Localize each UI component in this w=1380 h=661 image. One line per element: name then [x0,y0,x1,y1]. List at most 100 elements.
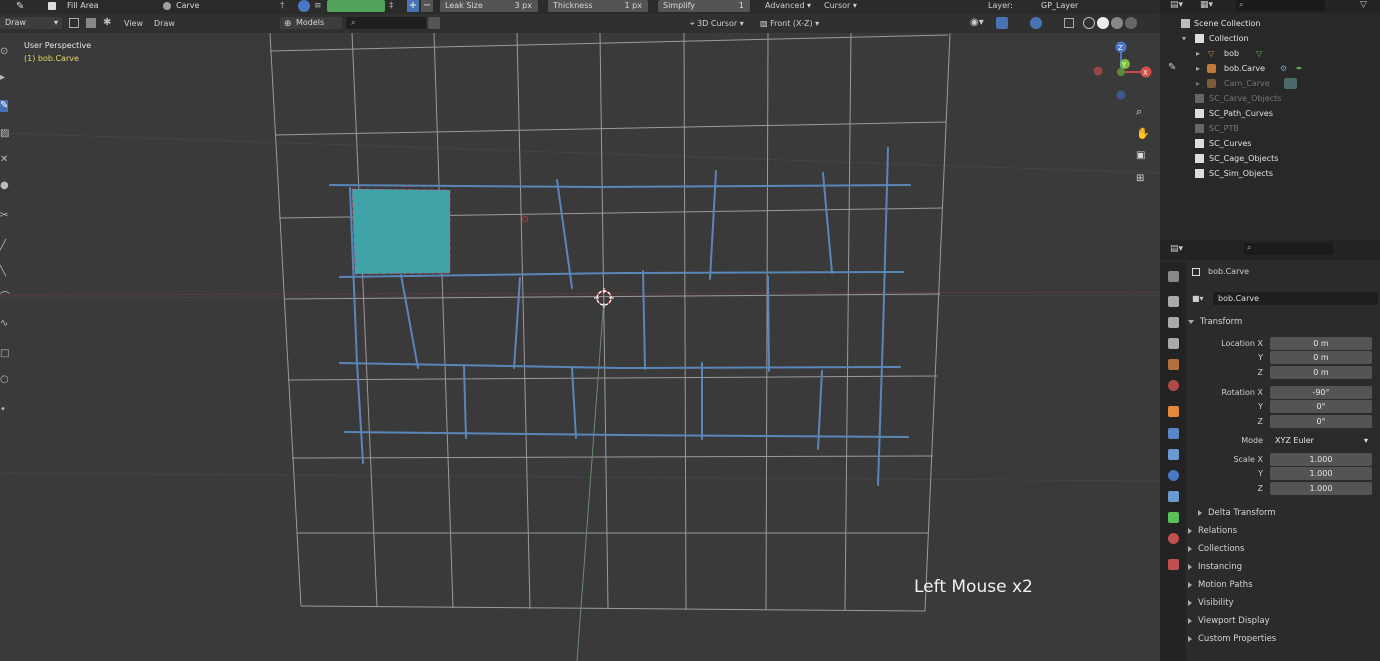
outliner-item-cam-carve[interactable]: ▸ Cam_Carve [1160,76,1380,91]
outliner-item-sc-cage-objects[interactable]: SC_Cage_Objects [1160,151,1380,166]
visibility-section[interactable]: Visibility [1188,596,1234,610]
brush-tool-icon[interactable]: ✎ [16,1,26,12]
rotation-mode-select[interactable]: XYZ Euler ▾ [1270,434,1372,447]
thickness-field[interactable]: Thickness 1 px [548,0,648,12]
render-tab-icon[interactable] [1168,296,1179,307]
editor-type-icon[interactable]: ▤▾ [1170,0,1183,10]
line-tool-icon[interactable]: ╱ [0,240,8,252]
outliner-item-sc-ptb[interactable]: SC_PTB [1160,121,1380,136]
outliner-item-sc-path-curves[interactable]: SC_Path_Curves [1160,106,1380,121]
subtract-direction-button[interactable]: − [421,0,433,12]
location-x-field[interactable]: 0 m [1270,337,1372,350]
solid-shading-icon[interactable] [1097,17,1109,29]
menu-view[interactable]: View [124,18,143,30]
delta-transform-section[interactable]: Delta Transform [1198,506,1276,520]
brush-select[interactable]: Fill Area [62,0,154,12]
cutter-tool-icon[interactable]: ✂ [0,210,8,222]
select-box-icon[interactable] [69,18,79,28]
box-tool-icon[interactable]: □ [0,348,9,360]
viewport-search-input[interactable]: ⌕ [346,17,426,29]
display-mode-icon[interactable]: ▦▾ [1200,0,1213,10]
location-y-field[interactable]: 0 m [1270,351,1372,364]
filled-area[interactable] [351,188,451,275]
tint-tool-icon[interactable]: ● [0,180,9,192]
outliner-item-sc-curves[interactable]: SC_Curves [1160,136,1380,151]
properties-editor-icon[interactable]: ▤▾ [1170,244,1183,254]
properties-search-input[interactable]: ⌕ [1244,243,1333,255]
stroke-select-icon[interactable] [86,18,96,28]
relations-section[interactable]: Relations [1188,524,1237,538]
eyedropper-icon[interactable]: ‡ [389,1,394,11]
camera-view-icon[interactable]: ▣ [1136,150,1150,164]
cursor-tool-icon[interactable]: ⊙ [0,46,8,58]
motion-paths-section[interactable]: Motion Paths [1188,578,1253,592]
outliner-item-sc-sim-objects[interactable]: SC_Sim_Objects [1160,166,1380,181]
material-tab-icon[interactable] [1168,533,1179,544]
transform-header[interactable]: Transform [1188,315,1242,329]
object-name-field[interactable]: bob.Carve [1213,292,1378,305]
material-select[interactable]: Carve [158,0,276,12]
advanced-menu[interactable]: Advanced ▾ [765,0,811,12]
cursor-menu[interactable]: Cursor ▾ [824,0,857,12]
gizmo-toggle-icon[interactable] [996,17,1008,29]
select-tool-icon[interactable]: ▸ [0,72,8,84]
grid-view-icon[interactable]: ⊞ [1136,173,1150,187]
expand-icon[interactable]: ▾ [1182,31,1186,46]
visibility-icon[interactable]: ◉▾ [970,17,984,28]
expand-icon[interactable]: ▸ [1196,76,1200,91]
front-view-select[interactable]: ▧ Front (X-Z) ▾ [760,18,819,30]
simplify-field[interactable]: Simplify 1 [658,0,750,12]
pan-hand-icon[interactable]: ✋ [1136,127,1150,141]
curve-tool-icon[interactable]: ∿ [0,318,8,330]
scale-y-field[interactable]: 1.000 [1270,467,1372,480]
erase-tool-icon[interactable]: ✕ [0,154,8,166]
wireframe-shading-icon[interactable] [1083,17,1095,29]
fill-brush-icon[interactable] [48,2,56,10]
rendered-shading-icon[interactable] [1125,17,1137,29]
outliner-item-sc-carve-objects[interactable]: SC_Carve_Objects [1160,91,1380,106]
location-z-field[interactable]: 0 m [1270,366,1372,379]
outliner-item-bob[interactable]: ▸ ▽ bob ▽ [1160,46,1380,61]
outliner-scene-collection[interactable]: Scene Collection [1160,16,1380,31]
filter-icon[interactable]: ▽ [1360,0,1367,10]
rotation-y-field[interactable]: 0° [1270,400,1372,413]
multiframe-icon[interactable]: ✱ [103,17,111,28]
instancing-section[interactable]: Instancing [1188,560,1242,574]
3d-viewport[interactable]: Z X Y ⌕ ✋ ▣ ⊞ User Perspective (1) bob.C… [0,33,1160,661]
expand-icon[interactable]: ▸ [1196,61,1200,76]
object-type-icon[interactable]: ■▾ [1192,294,1204,303]
circle-tool-icon[interactable]: ○ [0,374,9,386]
rotation-x-field[interactable]: -90° [1270,386,1372,399]
draw-tool-icon[interactable]: ✎ [0,100,8,112]
color-mode-icon[interactable] [298,0,310,12]
output-tab-icon[interactable] [1168,317,1179,328]
viewport-display-section[interactable]: Viewport Display [1188,614,1270,628]
add-direction-button[interactable]: + [407,0,419,12]
menu-draw[interactable]: Draw [154,18,175,30]
xray-icon[interactable] [1064,18,1074,28]
polyline-tool-icon[interactable]: ╲ [0,266,8,278]
scale-x-field[interactable]: 1.000 [1270,453,1372,466]
outliner-search-input[interactable]: ⌕ [1236,0,1325,11]
layer-select[interactable]: GP_Layer [1036,0,1154,12]
brush-mode-icon[interactable]: ≡ [314,1,322,11]
expand-icon[interactable]: ▸ [1196,46,1200,61]
outliner-item-bob-carve[interactable]: ▸ bob.Carve ⚙ ✒ [1160,61,1380,76]
viewport-canvas[interactable]: Z X Y [0,33,1160,661]
mode-select[interactable]: Draw ▾ [0,17,62,29]
overlay-toggle-icon[interactable] [1030,17,1042,29]
material-shading-icon[interactable] [1111,17,1123,29]
rotation-z-field[interactable]: 0° [1270,415,1372,428]
leak-size-field[interactable]: Leak Size 3 px [440,0,538,12]
data-tab-icon[interactable] [1168,512,1179,523]
annotate-tool-icon[interactable]: • [0,404,8,416]
fill-color-swatch[interactable] [327,0,385,12]
fill-tool-icon[interactable]: ▨ [0,128,9,140]
tool-tab-icon[interactable] [1168,271,1179,282]
collections-section[interactable]: Collections [1188,542,1244,556]
models-select[interactable]: ⊕ Models [280,17,342,29]
custom-properties-section[interactable]: Custom Properties [1188,632,1276,646]
outliner-item-collection[interactable]: ▾ Collection [1160,31,1380,46]
cursor-3d-select[interactable]: ⌖ 3D Cursor ▾ [690,18,744,30]
arc-tool-icon[interactable]: ⌒ [0,292,10,304]
